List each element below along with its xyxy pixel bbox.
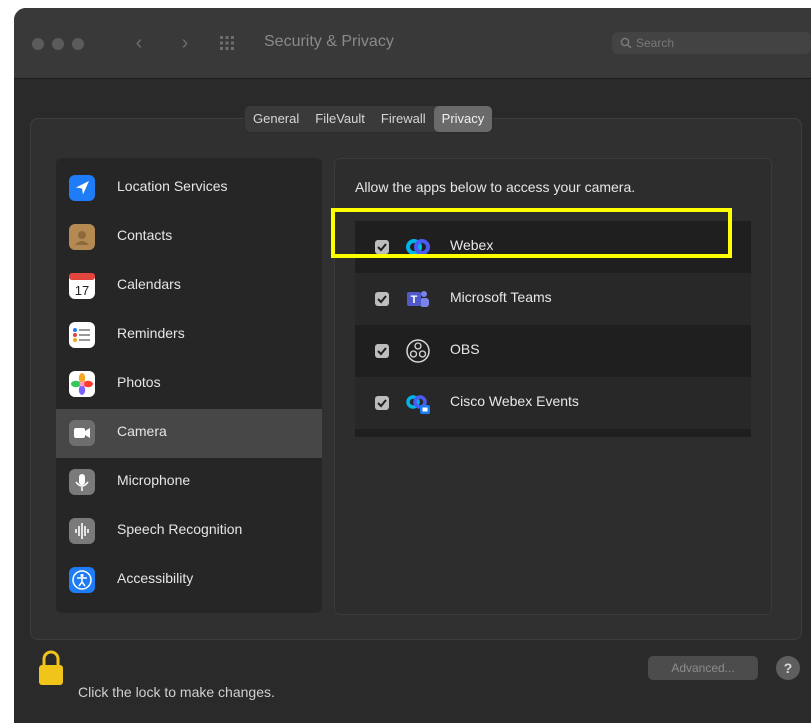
preferences-window: ‹ › Security & Privacy General FileVault… [14, 8, 811, 723]
sidebar-item-label: Contacts [117, 227, 173, 243]
sidebar-item-label: Calendars [117, 276, 181, 292]
pane-description: Allow the apps below to access your came… [355, 179, 636, 195]
zoom-window-button[interactable] [72, 38, 84, 50]
sidebar-item-calendars[interactable]: 17 Calendars [56, 262, 322, 311]
sidebar-item-accessibility[interactable]: Accessibility [56, 556, 322, 605]
webex-row-highlight-box [331, 208, 732, 258]
tab-filevault[interactable]: FileVault [307, 106, 373, 132]
teams-camera-checkbox[interactable] [375, 292, 389, 306]
svg-text:17: 17 [75, 283, 89, 298]
advanced-button[interactable]: Advanced... [648, 656, 758, 680]
sidebar-item-microphone[interactable]: Microphone [56, 458, 322, 507]
lock-hint-text: Click the lock to make changes. [78, 684, 275, 700]
back-button[interactable]: ‹ [128, 32, 150, 54]
svg-text:T: T [411, 294, 418, 306]
tab-firewall[interactable]: Firewall [373, 106, 434, 132]
video-camera-icon [69, 420, 95, 446]
webex-events-icon [405, 390, 431, 416]
tab-privacy[interactable]: Privacy [433, 106, 493, 132]
sidebar-item-label: Microphone [117, 472, 191, 488]
privacy-category-list: Location Services Contacts 17 Calendars … [56, 158, 322, 613]
window-title: Security & Privacy [264, 33, 394, 50]
lock-icon[interactable] [36, 648, 66, 688]
obs-icon [405, 338, 431, 364]
webex-events-camera-checkbox[interactable] [375, 396, 389, 410]
photos-flower-icon [69, 371, 95, 397]
search-icon [620, 36, 632, 54]
calendar-icon: 17 [69, 273, 95, 299]
sidebar-item-label: Accessibility [117, 570, 194, 586]
sidebar-item-speech-recognition[interactable]: Speech Recognition [56, 507, 322, 556]
reminders-list-icon [69, 322, 95, 348]
forward-button[interactable]: › [174, 32, 196, 54]
app-row-cisco-webex-events: Cisco Webex Events [355, 377, 751, 429]
sidebar-item-label: Location Services [117, 178, 228, 194]
sidebar-item-label: Speech Recognition [117, 521, 243, 537]
close-window-button[interactable] [32, 38, 44, 50]
accessibility-icon [69, 567, 95, 593]
sidebar-item-photos[interactable]: Photos [56, 360, 322, 409]
tab-bar: General FileVault Firewall Privacy [244, 105, 494, 133]
search-box[interactable] [612, 32, 811, 54]
sidebar-item-contacts[interactable]: Contacts [56, 213, 322, 262]
show-all-grid-icon[interactable] [220, 36, 234, 50]
sidebar-item-reminders[interactable]: Reminders [56, 311, 322, 360]
app-name: Cisco Webex Events [450, 393, 579, 409]
location-arrow-icon [69, 175, 95, 201]
contacts-book-icon [69, 224, 95, 250]
obs-camera-checkbox[interactable] [375, 344, 389, 358]
help-button[interactable]: ? [776, 656, 800, 680]
waveform-icon [69, 518, 95, 544]
minimize-window-button[interactable] [52, 38, 64, 50]
microsoft-teams-icon: T [405, 286, 431, 312]
sidebar-item-label: Photos [117, 374, 161, 390]
app-name: Microsoft Teams [450, 289, 552, 305]
sidebar-item-label: Camera [117, 423, 167, 439]
sidebar-item-label: Reminders [117, 325, 185, 341]
app-row-obs: OBS [355, 325, 751, 377]
app-row-microsoft-teams: T Microsoft Teams [355, 273, 751, 325]
search-input[interactable] [636, 32, 796, 54]
sidebar-item-camera[interactable]: Camera [56, 409, 322, 458]
app-name: OBS [450, 341, 480, 357]
tab-general[interactable]: General [245, 106, 307, 132]
sidebar-item-location-services[interactable]: Location Services [56, 164, 322, 213]
title-bar: ‹ › Security & Privacy [14, 8, 811, 79]
microphone-icon [69, 469, 95, 495]
